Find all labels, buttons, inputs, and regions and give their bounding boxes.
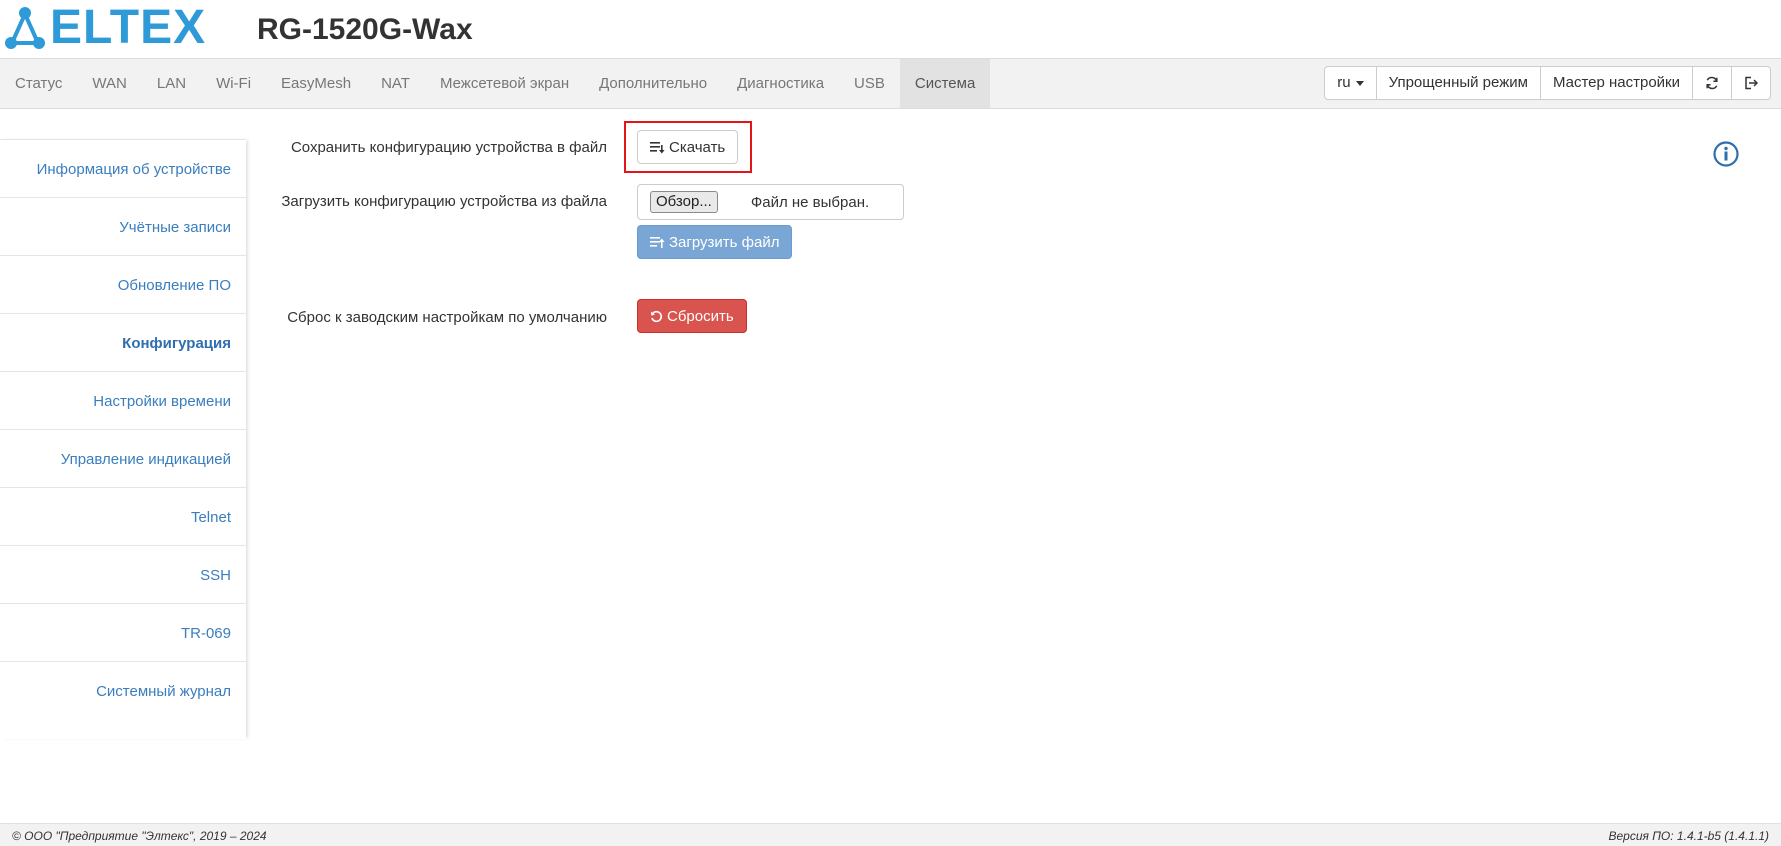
sidebar-item-device-info[interactable]: Информация об устройстве (0, 139, 246, 197)
simple-mode-button[interactable]: Упрощенный режим (1375, 66, 1541, 100)
upload-button-label: Загрузить файл (669, 233, 780, 251)
nav-item-wifi[interactable]: Wi-Fi (201, 59, 266, 108)
setup-wizard-button[interactable]: Мастер настройки (1539, 66, 1693, 100)
upload-file-button[interactable]: Загрузить файл (637, 225, 793, 259)
info-button[interactable] (1713, 141, 1739, 171)
sidebar-item-ssh[interactable]: SSH (0, 545, 246, 603)
nav-item-lan[interactable]: LAN (142, 59, 201, 108)
refresh-button[interactable] (1692, 66, 1732, 100)
nav-item-system[interactable]: Система (899, 59, 991, 108)
sidebar-item-configuration[interactable]: Конфигурация (0, 313, 246, 371)
main-menu: Статус WAN LAN Wi-Fi EasyMesh NAT Межсет… (0, 59, 991, 108)
nav-item-firewall[interactable]: Межсетевой экран (425, 59, 584, 108)
nav-item-easymesh[interactable]: EasyMesh (266, 59, 366, 108)
browse-file-button[interactable]: Обзор... (650, 191, 718, 213)
list-download-icon (650, 141, 665, 153)
firmware-version-text: Версия ПО: 1.4.1-b5 (1.4.1.1) (1608, 829, 1769, 843)
factory-reset-button[interactable]: Сбросить (637, 299, 747, 333)
list-upload-icon (650, 236, 665, 248)
logout-icon (1745, 76, 1758, 90)
file-status-text: Файл не выбран. (750, 193, 870, 211)
download-config-button[interactable]: Скачать (637, 130, 739, 164)
sidebar-item-telnet[interactable]: Telnet (0, 487, 246, 545)
refresh-icon (1706, 76, 1718, 90)
logo-text: ELTEX (50, 1, 207, 54)
sidebar-item-firmware-update[interactable]: Обновление ПО (0, 255, 246, 313)
system-sidebar: Информация об устройстве Учётные записи … (0, 139, 246, 739)
footer: © ООО "Предприятие "Элтекс", 2019 – 2024… (0, 823, 1781, 846)
copyright-text: © ООО "Предприятие "Элтекс", 2019 – 2024 (12, 829, 267, 843)
nav-item-advanced[interactable]: Дополнительно (584, 59, 722, 108)
save-config-label: Сохранить конфигурацию устройства в файл (290, 139, 607, 156)
config-file-input[interactable]: Обзор... Файл не выбран. (637, 184, 904, 220)
caret-down-icon (1355, 80, 1364, 86)
sidebar-item-accounts[interactable]: Учётные записи (0, 197, 246, 255)
language-dropdown[interactable]: ru (1324, 66, 1377, 100)
factory-reset-label: Сброс к заводским настройкам по умолчани… (287, 309, 607, 326)
info-circle-icon (1713, 141, 1739, 167)
download-button-label: Скачать (669, 138, 726, 156)
eltex-logo[interactable]: ELTEX (4, 4, 206, 52)
top-navbar: Статус WAN LAN Wi-Fi EasyMesh NAT Межсет… (0, 58, 1781, 109)
undo-icon (651, 310, 663, 322)
nav-item-diagnostics[interactable]: Диагностика (722, 59, 839, 108)
logout-button[interactable] (1731, 66, 1771, 100)
eltex-network-logo-icon (5, 7, 45, 49)
load-config-label: Загрузить конфигурацию устройства из фай… (281, 193, 607, 210)
sidebar-item-time-settings[interactable]: Настройки времени (0, 371, 246, 429)
language-value: ru (1337, 74, 1351, 91)
navbar-actions: ru Упрощенный режим Мастер настройки (1324, 66, 1771, 100)
sidebar-item-system-log[interactable]: Системный журнал (0, 661, 246, 719)
nav-item-nat[interactable]: NAT (366, 59, 425, 108)
sidebar-item-led-control[interactable]: Управление индикацией (0, 429, 246, 487)
sidebar-item-tr069[interactable]: TR-069 (0, 603, 246, 661)
nav-item-wan[interactable]: WAN (77, 59, 141, 108)
device-model-title: RG-1520G-Wax (257, 13, 473, 46)
nav-item-status[interactable]: Статус (0, 59, 77, 108)
nav-item-usb[interactable]: USB (839, 59, 900, 108)
header: ELTEX RG-1520G-Wax (0, 0, 1781, 58)
reset-button-label: Сбросить (667, 307, 734, 325)
